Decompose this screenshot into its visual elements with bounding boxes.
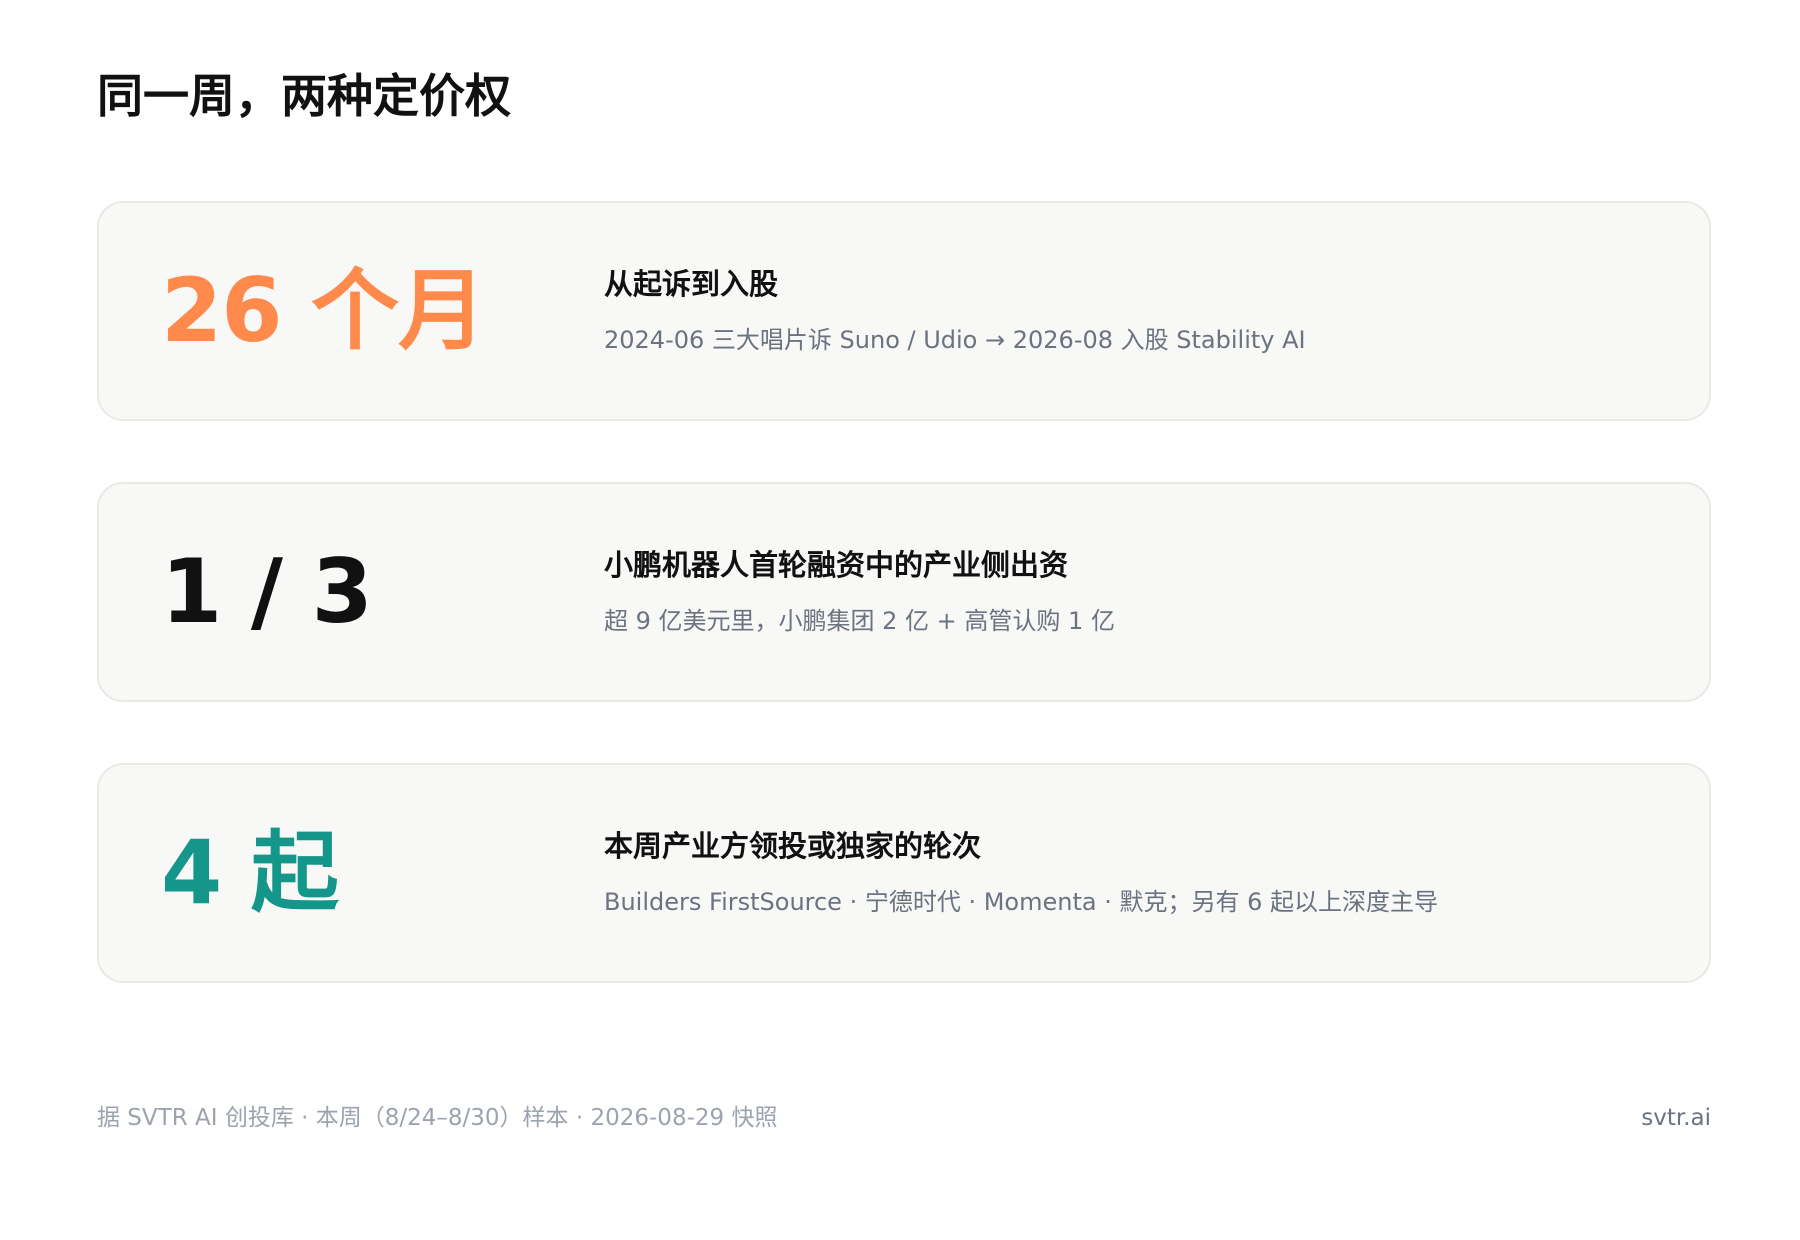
card-stat-value: 26 个月 — [161, 259, 486, 362]
card-body: 本周产业方领投或独家的轮次 Builders FirstSource · 宁德时… — [604, 827, 1669, 919]
card-description: 2024-06 三大唱片诉 Suno / Udio → 2026-08 入股 S… — [604, 326, 1306, 354]
card-stat-value: 1 / 3 — [161, 540, 373, 643]
card-heading: 小鹏机器人首轮融资中的产业侧出资 — [604, 548, 1069, 582]
card-heading: 从起诉到入股 — [604, 267, 779, 301]
card-body: 从起诉到入股 2024-06 三大唱片诉 Suno / Udio → 2026-… — [604, 265, 1669, 357]
stat-card-industry-funding-share: 1 / 3 小鹏机器人首轮融资中的产业侧出资 超 9 亿美元里，小鹏集团 2 亿… — [97, 482, 1711, 702]
footer-site-link[interactable]: svtr.ai — [1641, 1102, 1711, 1134]
card-description: Builders FirstSource · 宁德时代 · Momenta · … — [604, 888, 1438, 916]
card-heading: 本周产业方领投或独家的轮次 — [604, 829, 982, 863]
stat-card-lawsuit-to-equity: 26 个月 从起诉到入股 2024-06 三大唱片诉 Suno / Udio →… — [97, 201, 1711, 421]
card-description: 超 9 亿美元里，小鹏集团 2 亿 + 高管认购 1 亿 — [604, 607, 1115, 635]
card-body: 小鹏机器人首轮融资中的产业侧出资 超 9 亿美元里，小鹏集团 2 亿 + 高管认… — [604, 546, 1669, 638]
footer-source-note: 据 SVTR AI 创投库 · 本周（8/24–8/30）样本 · 2026-0… — [97, 1105, 778, 1131]
page-title: 同一周，两种定价权 — [97, 69, 511, 123]
card-stat-value: 4 起 — [161, 821, 339, 924]
stat-card-industry-led-rounds: 4 起 本周产业方领投或独家的轮次 Builders FirstSource ·… — [97, 763, 1711, 983]
